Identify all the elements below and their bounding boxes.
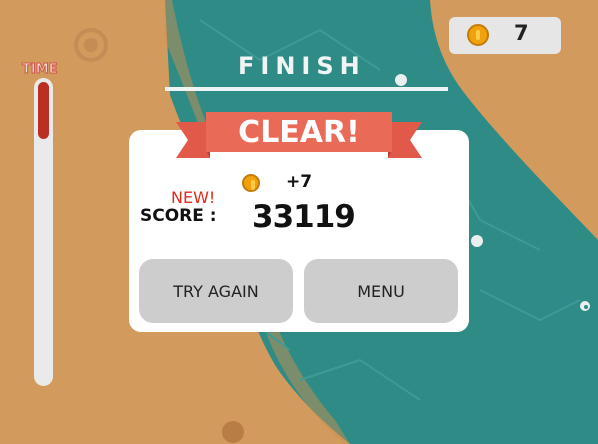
time-label: TIME bbox=[22, 62, 59, 78]
score-value: 33119 bbox=[252, 199, 356, 235]
coin-counter-panel bbox=[449, 17, 561, 54]
coin-count: 7 bbox=[514, 21, 529, 45]
reward-coin-icon bbox=[242, 174, 260, 192]
score-label: SCORE : bbox=[140, 206, 217, 226]
coin-reward: +7 bbox=[286, 172, 313, 192]
new-record-badge: NEW! bbox=[171, 188, 216, 207]
clear-title: CLEAR! bbox=[238, 115, 360, 150]
finish-label: FINISH bbox=[238, 52, 366, 80]
coin-icon bbox=[467, 24, 489, 46]
time-gauge-fill bbox=[38, 82, 49, 139]
menu-button[interactable]: MENU bbox=[304, 259, 458, 323]
try-again-button[interactable]: TRY AGAIN bbox=[139, 259, 293, 323]
